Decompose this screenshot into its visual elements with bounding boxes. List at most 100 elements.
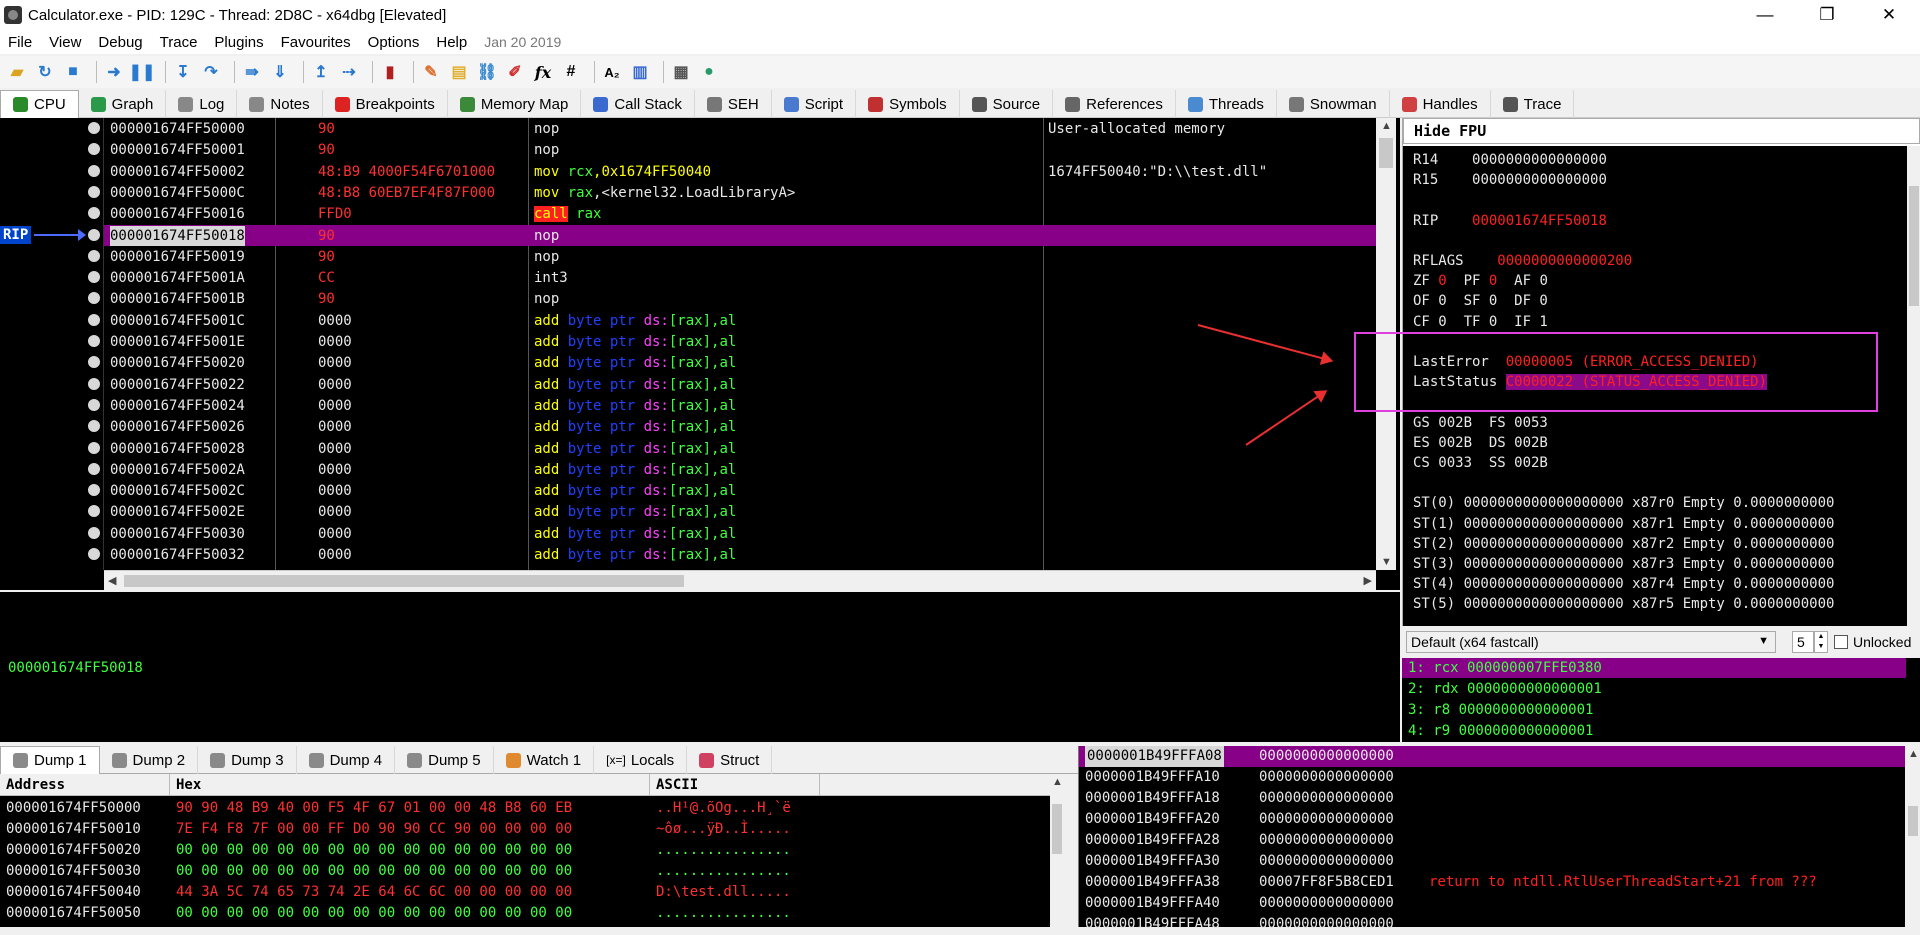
arg-row[interactable]: 2: rdx 0000000000000001 <box>1408 679 1602 699</box>
tab-seh[interactable]: SEH <box>695 90 772 118</box>
disasm-row[interactable]: 000001674FF50002 48:B9 4000F54F6701000 mov… <box>104 161 1376 182</box>
menu-options[interactable]: Options <box>368 34 420 51</box>
dump-row-hex[interactable]: 90 90 48 B9 40 00 F5 4F 67 01 00 00 48 B… <box>176 798 572 819</box>
dump-row-hex[interactable]: 00 00 00 00 00 00 00 00 00 00 00 00 00 0… <box>176 903 572 924</box>
scylla-icon[interactable]: ▮ <box>379 61 401 83</box>
menu-view[interactable]: View <box>49 34 81 51</box>
open-icon[interactable]: ▰ <box>6 61 28 83</box>
breakpoint-dot-icon[interactable] <box>88 186 100 198</box>
breakpoint-dot-icon[interactable] <box>88 122 100 134</box>
disasm-row[interactable]: 000001674FF50019 90 nop <box>104 246 1376 267</box>
breakpoint-dot-icon[interactable] <box>88 165 100 177</box>
tab-breakpoints[interactable]: Breakpoints <box>323 90 448 118</box>
tab-notes[interactable]: Notes <box>237 90 323 118</box>
close-button[interactable]: ✕ <box>1858 0 1920 30</box>
stack-row[interactable]: 0000001B49FFFA28 0000000000000000 <box>1079 830 1905 851</box>
tab-source[interactable]: Source <box>960 90 1054 118</box>
menu-help[interactable]: Help <box>436 34 467 51</box>
disasm-row[interactable]: 000001674FF5001A CC int3 <box>104 267 1376 288</box>
stack-row[interactable]: 0000001B49FFFA38 00007FF8F5B8CED1 return t… <box>1079 872 1905 893</box>
tab-dump-5[interactable]: Dump 5 <box>395 746 494 774</box>
breakpoint-dot-icon[interactable] <box>88 505 100 517</box>
step-over-icon[interactable]: ↷ <box>200 61 222 83</box>
calculator-icon[interactable]: ▦ <box>670 61 692 83</box>
disasm-row[interactable]: 000001674FF50016 FFD0 call rax <box>104 203 1376 224</box>
arg-row[interactable]: 4: r9 0000000000000001 <box>1408 721 1593 741</box>
address-column-header[interactable]: Address <box>0 774 170 796</box>
disasm-row[interactable]: 000001674FF50032 0000 add byte ptr ds:[rax… <box>104 544 1376 565</box>
breakpoint-dot-icon[interactable] <box>88 548 100 560</box>
settings-icon[interactable]: ▥ <box>629 61 651 83</box>
register-line[interactable]: ST(0) 0000000000000000000 x87r0 Empty 0.… <box>1413 493 1834 513</box>
disasm-row[interactable]: 000001674FF50026 0000 add byte ptr ds:[rax… <box>104 416 1376 437</box>
execute-till-return-icon[interactable]: ↥ <box>310 61 332 83</box>
dump-panel[interactable]: Address Hex ASCII 000001674FF50000 90 90 … <box>0 774 1064 927</box>
tab-log[interactable]: Log <box>166 90 238 118</box>
arg-row[interactable]: 3: r8 0000000000000001 <box>1408 700 1593 720</box>
tab-watch-1[interactable]: Watch 1 <box>494 746 595 774</box>
unlocked-checkbox[interactable] <box>1834 635 1848 649</box>
tab-dump-1[interactable]: Dump 1 <box>0 746 100 774</box>
disasm-row[interactable]: 000001674FF50030 0000 add byte ptr ds:[rax… <box>104 523 1376 544</box>
menu-plugins[interactable]: Plugins <box>214 34 263 51</box>
tab-call-stack[interactable]: Call Stack <box>581 90 695 118</box>
disasm-row[interactable]: 000001674FF50001 90 nop <box>104 139 1376 160</box>
arg-count-spinner[interactable]: ▲ ▼ <box>1814 631 1828 653</box>
breakpoint-dot-icon[interactable] <box>88 314 100 326</box>
tab-trace[interactable]: Trace <box>1491 90 1575 118</box>
tab-dump-2[interactable]: Dump 2 <box>100 746 199 774</box>
hide-fpu-button[interactable]: Hide FPU <box>1403 118 1920 144</box>
tab-dump-3[interactable]: Dump 3 <box>198 746 297 774</box>
dump-row-hex[interactable]: 7E F4 F8 7F 00 00 FF D0 90 90 CC 90 00 0… <box>176 819 572 840</box>
disasm-row[interactable]: 000001674FF5002E 0000 add byte ptr ds:[rax… <box>104 501 1376 522</box>
dump-row-hex[interactable]: 44 3A 5C 74 65 73 74 2E 64 6C 6C 00 00 0… <box>176 882 572 903</box>
bookmarks-icon[interactable]: ✐ <box>504 61 526 83</box>
arg-count-input[interactable]: 5 <box>1792 631 1814 653</box>
dump-row-ascii[interactable]: ................ <box>656 903 791 924</box>
breakpoint-dot-icon[interactable] <box>88 229 100 241</box>
register-line[interactable]: CF 0 TF 0 IF 1 <box>1413 312 1548 332</box>
disasm-row[interactable]: 000001674FF50024 0000 add byte ptr ds:[rax… <box>104 395 1376 416</box>
dump-row-ascii[interactable]: D:\test.dll..... <box>656 882 791 903</box>
stack-vscroll[interactable]: ▲ <box>1905 746 1920 927</box>
stack-row[interactable]: 0000001B49FFFA30 0000000000000000 <box>1079 851 1905 872</box>
tab-handles[interactable]: Handles <box>1390 90 1491 118</box>
run-to-user-code-icon[interactable]: ⇢ <box>338 61 360 83</box>
dump-row-address[interactable]: 000001674FF50010 <box>6 819 141 840</box>
disasm-row[interactable]: 000001674FF50028 0000 add byte ptr ds:[rax… <box>104 438 1376 459</box>
stack-row[interactable]: 0000001B49FFFA20 0000000000000000 <box>1079 809 1905 830</box>
stack-row[interactable]: 0000001B49FFFA18 0000000000000000 <box>1079 788 1905 809</box>
tab-script[interactable]: Script <box>772 90 857 118</box>
maximize-button[interactable]: ❐ <box>1796 0 1858 30</box>
breakpoint-dot-icon[interactable] <box>88 420 100 432</box>
stack-row[interactable]: 0000001B49FFFA08 0000000000000000 <box>1079 746 1905 767</box>
breakpoint-dot-icon[interactable] <box>88 463 100 475</box>
menu-debug[interactable]: Debug <box>98 34 142 51</box>
hex-column-header[interactable]: Hex <box>170 774 650 796</box>
ascii-column-header[interactable]: ASCII <box>650 774 820 796</box>
tab-struct[interactable]: Struct <box>687 746 773 774</box>
step-into-icon[interactable]: ↧ <box>172 61 194 83</box>
disasm-row[interactable]: 000001674FF5002A 0000 add byte ptr ds:[rax… <box>104 459 1376 480</box>
menu-trace[interactable]: Trace <box>160 34 198 51</box>
stack-row[interactable]: 0000001B49FFFA10 0000000000000000 <box>1079 767 1905 788</box>
breakpoint-dot-icon[interactable] <box>88 378 100 390</box>
tab-references[interactable]: References <box>1053 90 1176 118</box>
disasm-hscroll[interactable]: ◀ ▶ <box>104 570 1376 590</box>
dump-row-hex[interactable]: 00 00 00 00 00 00 00 00 00 00 00 00 00 0… <box>176 840 572 861</box>
register-line[interactable]: ST(4) 0000000000000000000 x87r4 Empty 0.… <box>1413 574 1834 594</box>
disassembly-panel[interactable]: RIP 000001674FF50000 90 nop User-allocated … <box>0 118 1400 590</box>
font-icon[interactable]: A₂ <box>601 61 623 83</box>
register-line[interactable]: R14 0000000000000000 <box>1413 150 1607 170</box>
tab-dump-4[interactable]: Dump 4 <box>297 746 396 774</box>
stop-icon[interactable]: ■ <box>62 61 84 83</box>
dump-row-ascii[interactable]: ................ <box>656 840 791 861</box>
breakpoint-dot-icon[interactable] <box>88 399 100 411</box>
minimize-button[interactable]: — <box>1734 0 1796 30</box>
stack-row[interactable]: 0000001B49FFFA48 0000000000000000 <box>1079 914 1905 935</box>
register-line[interactable]: ST(3) 0000000000000000000 x87r3 Empty 0.… <box>1413 554 1834 574</box>
dump-row-hex[interactable]: 00 00 00 00 00 00 00 00 00 00 00 00 00 0… <box>176 861 572 882</box>
register-line[interactable]: ST(2) 0000000000000000000 x87r2 Empty 0.… <box>1413 534 1834 554</box>
labels-icon[interactable]: ⛓ <box>476 61 498 83</box>
tab-cpu[interactable]: CPU <box>0 90 79 118</box>
